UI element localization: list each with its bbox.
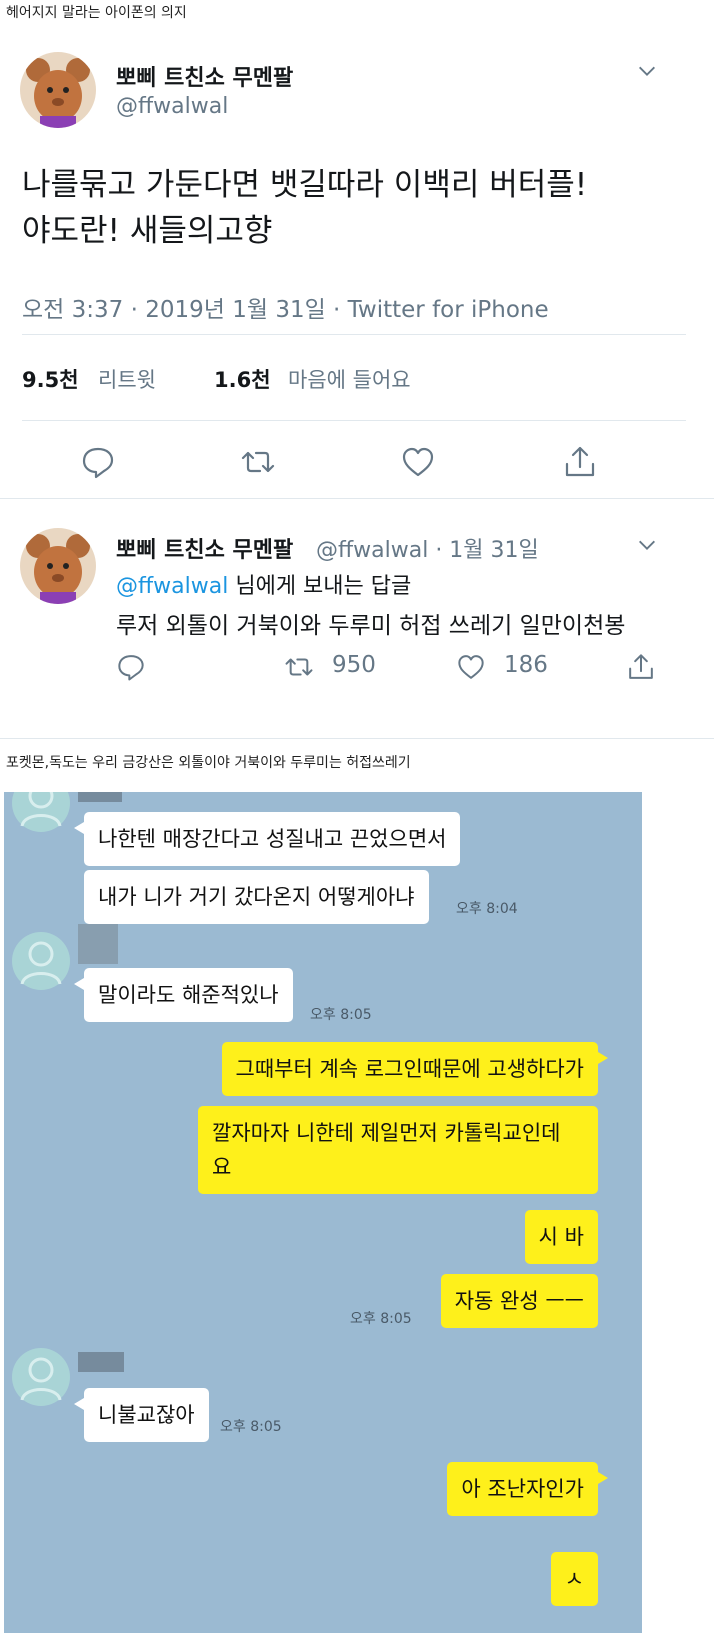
chat-message: 말이라도 해준적있나 bbox=[74, 968, 293, 1022]
like-count[interactable]: 1.6천 bbox=[214, 364, 271, 394]
heart-icon[interactable] bbox=[456, 652, 486, 682]
display-name[interactable]: 뽀삐 트친소 무멘팔 bbox=[116, 532, 293, 564]
reply-text: 루저 외톨이 거북이와 두루미 허접 쓰레기 일만이천봉 bbox=[116, 613, 626, 639]
profile-avatar-icon bbox=[12, 792, 70, 832]
tweet-text-line: 야도란! 새들의고향 bbox=[22, 213, 273, 249]
timestamp: 오후 8:05 bbox=[220, 1419, 282, 1435]
chat-message: 시 바 bbox=[524, 1210, 598, 1264]
reply-to-suffix: 님에게 보내는 답글 bbox=[235, 574, 412, 599]
reply-icon[interactable] bbox=[80, 444, 116, 480]
chat-message: 아 조난자인가 bbox=[447, 1462, 608, 1516]
chat-message: 나한텐 매장간다고 성질내고 끈었으면서 bbox=[73, 812, 461, 866]
avatar[interactable] bbox=[20, 528, 96, 604]
chat-message: 깔자마자 니한테 제일먼저 카톨릭교인데 요 bbox=[198, 1106, 598, 1194]
divider bbox=[22, 420, 686, 421]
pixelated-name bbox=[78, 792, 122, 802]
post-caption-middle: 포켓몬,독도는 우리 금강산은 외톨이야 거북이와 두루미는 허접쓰레기 bbox=[6, 755, 411, 771]
chevron-down-icon[interactable] bbox=[636, 534, 658, 556]
divider bbox=[22, 334, 686, 335]
chat-message-line: 요 bbox=[212, 1155, 232, 1179]
profile-avatar-icon bbox=[12, 932, 70, 990]
user-handle[interactable]: @ffwalwal bbox=[116, 94, 228, 119]
timestamp: 오후 8:05 bbox=[310, 1007, 372, 1023]
retweet-icon[interactable] bbox=[284, 652, 314, 682]
retweet-icon[interactable] bbox=[240, 444, 276, 480]
divider bbox=[0, 738, 714, 739]
display-name[interactable]: 뽀삐 트친소 무멘팔 bbox=[116, 60, 293, 92]
reply-to-handle[interactable]: @ffwalwal bbox=[116, 574, 228, 599]
retweet-count[interactable]: 9.5천 bbox=[22, 364, 79, 394]
retweet-label[interactable]: 리트윗 bbox=[98, 364, 156, 394]
chat-message-line: 깔자마자 니한테 제일먼저 카톨릭교인데 bbox=[212, 1121, 561, 1145]
chat-message: 자동 완성 ㅡㅡ bbox=[440, 1274, 598, 1328]
chat-message: 내가 니가 거기 갔다온지 어떻게아냐 bbox=[84, 870, 429, 924]
handle-date[interactable]: @ffwalwal · 1월 31일 bbox=[316, 532, 539, 564]
tweet-text: 나를묶고 가둔다면 뱃길따라 이백리 버터플! 야도란! 새들의고향 bbox=[22, 162, 702, 254]
reply-to: @ffwalwal 님에게 보내는 답글 bbox=[116, 568, 411, 600]
chevron-down-icon[interactable] bbox=[636, 60, 658, 82]
tweet-meta: 오전 3:37 · 2019년 1월 31일 · Twitter for iPh… bbox=[22, 297, 549, 323]
chat-screenshot: 나한텐 매장간다고 성질내고 끈었으면서 내가 니가 거기 갔다온지 어떻게아냐… bbox=[4, 792, 642, 1633]
like-count: 186 bbox=[504, 652, 548, 678]
tweet-text-line: 나를묶고 가둔다면 뱃길따라 이백리 버터플! bbox=[22, 167, 588, 203]
like-label[interactable]: 마음에 들어요 bbox=[288, 364, 411, 394]
chat-message: 니불교잖아 bbox=[74, 1388, 209, 1442]
share-icon[interactable] bbox=[626, 652, 656, 682]
chat-message: ㅅ bbox=[550, 1552, 598, 1606]
share-icon[interactable] bbox=[562, 444, 598, 480]
pixelated-name bbox=[78, 924, 118, 964]
divider bbox=[0, 498, 714, 499]
avatar[interactable] bbox=[20, 52, 96, 128]
heart-icon[interactable] bbox=[400, 444, 436, 480]
retweet-count: 950 bbox=[332, 652, 376, 678]
chat-message: 그때부터 계속 로그인때문에 고생하다가 bbox=[221, 1042, 609, 1096]
post-caption-top: 헤어지지 말라는 아이폰의 의지 bbox=[6, 5, 187, 21]
pixelated-name bbox=[78, 1352, 124, 1372]
profile-avatar-icon bbox=[12, 1348, 70, 1406]
timestamp: 오후 8:04 bbox=[456, 901, 518, 917]
reply-icon[interactable] bbox=[116, 652, 146, 682]
timestamp: 오후 8:05 bbox=[350, 1311, 412, 1327]
